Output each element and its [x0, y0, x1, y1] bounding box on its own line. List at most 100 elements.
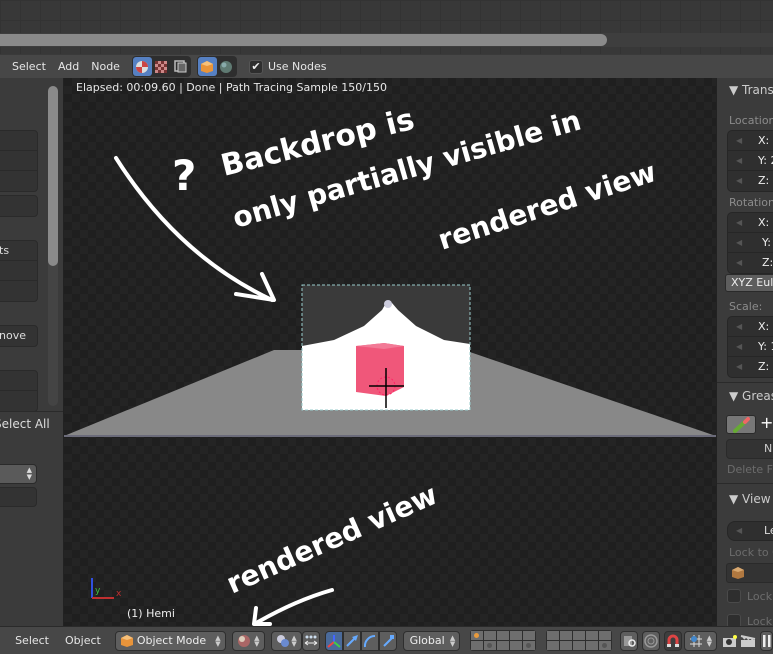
axis-x-label: x	[116, 589, 122, 599]
lock-object-field[interactable]	[726, 563, 773, 583]
decrement-arrow-icon: ◀	[736, 322, 743, 331]
snap-toggle-button[interactable]	[664, 630, 683, 651]
3d-view-header: Select Object Object Mode ▲ ▼ ▲ ▼ ▲ ▼ Gl…	[0, 626, 773, 654]
layer-button[interactable]	[484, 641, 497, 650]
tool-button[interactable]	[0, 131, 37, 151]
translate-manipulator-button[interactable]	[342, 630, 361, 651]
layer-button[interactable]	[497, 631, 510, 640]
render-opengl-button[interactable]	[721, 631, 739, 651]
layer-button[interactable]	[573, 631, 586, 640]
value: Z: 0	[762, 256, 773, 269]
viewport-shading-dropdown[interactable]: ▲ ▼	[231, 630, 265, 651]
layer-button[interactable]	[586, 641, 599, 650]
texture-button[interactable]	[152, 57, 171, 76]
tool-button[interactable]	[0, 196, 37, 216]
scale-manipulator-button[interactable]	[378, 630, 397, 651]
layer-button[interactable]	[586, 631, 599, 640]
rotate-manipulator-button[interactable]	[360, 630, 379, 651]
tool-button[interactable]	[0, 391, 37, 411]
lock-cursor-checkbox[interactable]	[727, 589, 741, 603]
transform-panel-header[interactable]: ▼ Transf	[729, 83, 773, 97]
updown-arrows-icon: ▲ ▼	[254, 633, 260, 648]
tool-button[interactable]	[0, 261, 37, 281]
horizontal-scrollbar-thumb[interactable]	[0, 34, 607, 46]
pivot-point-dropdown[interactable]: ▲ ▼	[270, 630, 302, 651]
annotation-line-3: rendered view	[434, 155, 660, 257]
proportional-circle-icon	[644, 633, 658, 648]
grease-pencil-panel-header[interactable]: ▼ Greas	[729, 389, 773, 403]
world-button[interactable]	[217, 57, 236, 76]
lock-to-object-label: Lock to O	[729, 546, 773, 559]
layer-buttons-2	[546, 630, 613, 651]
layer-button[interactable]	[510, 631, 523, 640]
layer-button[interactable]	[560, 641, 573, 650]
snap-element-dropdown[interactable]: ▲ ▼	[684, 630, 718, 651]
menu-node[interactable]: Node	[85, 60, 126, 73]
scale-label: Scale:	[729, 300, 763, 313]
location-y-field[interactable]: ◀ Y: 2	[728, 151, 773, 171]
operator-field[interactable]	[0, 487, 37, 507]
object-button[interactable]	[197, 57, 217, 76]
operator-dropdown[interactable]: ▲ ▼	[0, 464, 37, 484]
view-panel-header[interactable]: ▼ View	[729, 492, 771, 506]
rotation-z-field[interactable]: ◀ Z: 0	[728, 253, 773, 273]
manipulator-axes-icon	[327, 634, 341, 648]
pause-button[interactable]	[760, 630, 773, 651]
tool-button[interactable]	[0, 171, 37, 191]
lens-field[interactable]: ◀ Le	[727, 521, 773, 541]
mode-dropdown[interactable]: Object Mode ▲ ▼	[114, 630, 226, 651]
lock-layers-button[interactable]	[620, 630, 639, 651]
use-nodes-checkbox[interactable]: ✔	[248, 59, 263, 74]
layer-button[interactable]	[560, 631, 573, 640]
lock-camera-label: Lock	[747, 615, 773, 626]
layer-button[interactable]	[484, 631, 497, 640]
layer-button[interactable]	[573, 641, 586, 650]
layer-button[interactable]	[471, 631, 484, 640]
select-all-button[interactable]: Select All	[0, 417, 50, 431]
divider	[717, 483, 773, 484]
3d-viewport[interactable]: y x ? Backdrop is only partially visible…	[64, 78, 716, 626]
rotation-y-field[interactable]: ◀ Y: 0	[728, 233, 773, 253]
material-sphere-button[interactable]	[132, 57, 152, 76]
tool-shelf-scrollbar[interactable]	[48, 86, 58, 266]
manipulator-toggle-button[interactable]	[324, 630, 343, 651]
layer-button[interactable]	[510, 641, 523, 650]
menu-object[interactable]: Object	[57, 634, 109, 647]
layer-button[interactable]	[523, 641, 536, 650]
layer-button[interactable]	[547, 631, 560, 640]
rotation-mode-dropdown[interactable]: XYZ Euler	[725, 274, 773, 292]
delete-frame-button[interactable]: Delete Fr	[727, 463, 773, 476]
remove-button[interactable]: nove	[0, 326, 37, 346]
layer-button[interactable]	[471, 641, 484, 650]
menu-add[interactable]: Add	[52, 60, 85, 73]
scale-x-field[interactable]: ◀ X: 1	[728, 317, 773, 337]
object-cube-icon	[732, 567, 744, 579]
grease-new-button[interactable]: N	[726, 439, 773, 459]
tool-button[interactable]	[0, 281, 37, 301]
manipulate-center-button[interactable]	[301, 630, 320, 651]
layer-button[interactable]	[599, 631, 612, 640]
scale-y-field[interactable]: ◀ Y: 1	[728, 337, 773, 357]
grease-pencil-draw-button[interactable]	[726, 415, 756, 434]
tool-button[interactable]: ts	[0, 241, 37, 261]
menu-select[interactable]: Select	[7, 634, 57, 647]
scale-z-field[interactable]: ◀ Z: 1	[728, 357, 773, 377]
decrement-arrow-icon: ◀	[736, 136, 743, 145]
location-z-field[interactable]: ◀ Z: 5	[728, 171, 773, 191]
layer-button[interactable]	[497, 641, 510, 650]
menu-select[interactable]: Select	[6, 60, 52, 73]
proportional-editing-button[interactable]	[642, 630, 661, 651]
tool-button[interactable]	[0, 371, 37, 391]
transform-orientation-dropdown[interactable]: Global ▲ ▼	[402, 630, 461, 651]
tool-button[interactable]	[0, 151, 37, 171]
location-x-field[interactable]: ◀ X: 0	[728, 131, 773, 151]
compositing-button[interactable]	[171, 57, 190, 76]
lock-camera-checkbox[interactable]	[727, 614, 741, 626]
layer-button[interactable]	[523, 631, 536, 640]
render-animation-button[interactable]	[739, 631, 757, 651]
rotation-x-field[interactable]: ◀ X: 4	[728, 213, 773, 233]
add-layer-plus-icon[interactable]: +	[760, 413, 773, 432]
shader-object-buttons	[196, 56, 237, 77]
layer-button[interactable]	[547, 641, 560, 650]
layer-button[interactable]	[599, 641, 612, 650]
